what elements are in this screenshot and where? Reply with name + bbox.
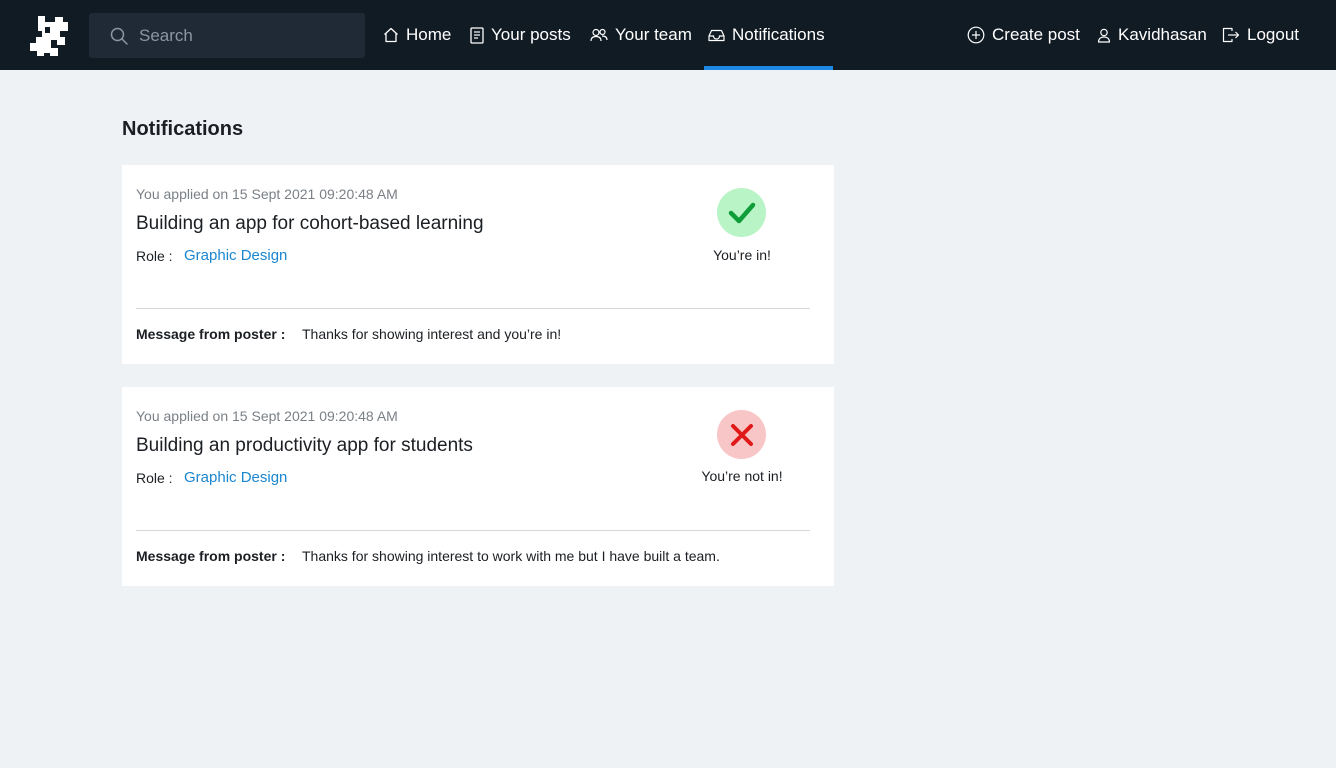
notification-card: You applied on 15 Sept 2021 09:20:48 AM … [122, 165, 834, 364]
user-icon [1097, 28, 1111, 43]
home-icon [384, 27, 398, 43]
applied-date: You applied on 15 Sept 2021 09:20:48 AM [136, 186, 398, 202]
create-post-label: Create post [992, 25, 1080, 44]
team-icon [590, 28, 608, 41]
document-icon [470, 26, 484, 44]
check-icon [728, 202, 755, 223]
cross-icon [730, 423, 753, 446]
message-label: Message from poster : [136, 326, 286, 342]
status-text: You’re not in! [701, 468, 783, 484]
plus-circle-icon [967, 26, 985, 44]
role-label: Role : [136, 248, 173, 264]
message-text: Thanks for showing interest and you’re i… [302, 326, 562, 342]
create-post-button[interactable]: Create post [967, 0, 1080, 70]
search-input[interactable] [139, 13, 349, 58]
logout-icon [1222, 27, 1240, 43]
nav-your-team[interactable]: Your team [590, 0, 692, 70]
status-text: You’re in! [713, 247, 771, 263]
post-title: Building an app for cohort-based learnin… [136, 213, 484, 234]
logout-button[interactable]: Logout [1222, 0, 1299, 70]
divider [136, 530, 810, 531]
nav-your-team-label: Your team [615, 25, 692, 44]
nav-home[interactable]: Home [383, 0, 451, 70]
user-profile-link[interactable]: Kavidhasan [1097, 0, 1207, 70]
search-box[interactable] [89, 13, 365, 58]
status-badge [717, 188, 766, 237]
nav-your-posts[interactable]: Your posts [470, 0, 571, 70]
page-title: Notifications [122, 118, 244, 140]
role-link[interactable]: Graphic Design [184, 247, 287, 264]
message-text: Thanks for showing interest to work with… [302, 548, 720, 564]
logout-label: Logout [1247, 25, 1299, 44]
role-label: Role : [136, 470, 173, 486]
nav-notifications-label: Notifications [732, 25, 825, 44]
inbox-icon [708, 29, 725, 41]
message-label: Message from poster : [136, 548, 286, 564]
post-title: Building an productivity app for student… [136, 435, 473, 456]
nav-notifications[interactable]: Notifications [704, 0, 833, 70]
status-badge [717, 410, 766, 459]
divider [136, 308, 810, 309]
notification-card: You applied on 15 Sept 2021 09:20:48 AM … [122, 387, 834, 586]
applied-date: You applied on 15 Sept 2021 09:20:48 AM [136, 408, 398, 424]
role-link[interactable]: Graphic Design [184, 469, 287, 486]
user-name-label: Kavidhasan [1118, 25, 1207, 44]
app-logo-icon[interactable] [30, 16, 70, 56]
nav-your-posts-label: Your posts [491, 25, 571, 44]
nav-home-label: Home [406, 25, 452, 44]
top-navigation-bar: Home Your posts Your team Notifications [0, 0, 1336, 70]
search-icon [110, 27, 128, 45]
